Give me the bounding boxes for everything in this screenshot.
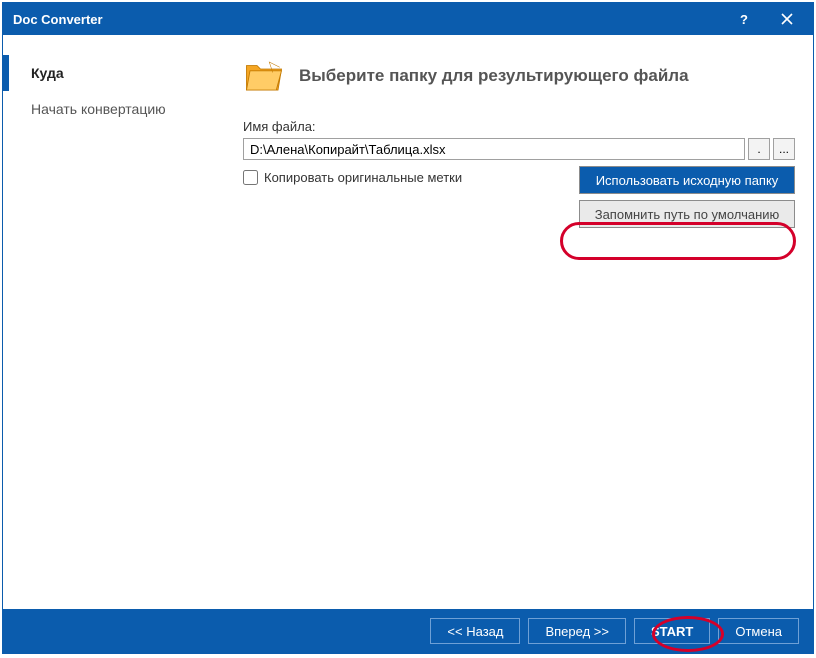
- app-window: Doc Converter ? Куда Начать конвертацию …: [2, 2, 814, 654]
- copy-labels-text: Копировать оригинальные метки: [264, 170, 462, 185]
- sidebar: Куда Начать конвертацию: [3, 35, 233, 609]
- svg-text:?: ?: [740, 12, 748, 26]
- sidebar-item-destination[interactable]: Куда: [3, 55, 233, 91]
- titlebar: Doc Converter ?: [3, 3, 813, 35]
- footer: << Назад Вперед >> START Отмена: [3, 609, 813, 653]
- main-header: Выберите папку для результирующего файла: [243, 55, 795, 97]
- filename-row: . ...: [243, 138, 795, 160]
- main-panel: Выберите папку для результирующего файла…: [233, 35, 813, 609]
- folder-option-buttons: Использовать исходную папку Запомнить пу…: [579, 166, 795, 228]
- back-button[interactable]: << Назад: [430, 618, 520, 644]
- body: Куда Начать конвертацию Выберите папку д…: [3, 35, 813, 609]
- forward-button[interactable]: Вперед >>: [528, 618, 626, 644]
- app-title: Doc Converter: [13, 12, 721, 27]
- help-icon: ?: [736, 12, 750, 26]
- use-source-folder-button[interactable]: Использовать исходную папку: [579, 166, 795, 194]
- filename-label: Имя файла:: [243, 119, 795, 134]
- help-button[interactable]: ?: [721, 4, 765, 34]
- copy-labels-row[interactable]: Копировать оригинальные метки: [243, 170, 462, 185]
- copy-labels-checkbox[interactable]: [243, 170, 258, 185]
- sidebar-item-start-conversion[interactable]: Начать конвертацию: [3, 91, 233, 127]
- close-button[interactable]: [765, 4, 809, 34]
- folder-icon: [243, 55, 285, 97]
- cancel-button[interactable]: Отмена: [718, 618, 799, 644]
- page-heading: Выберите папку для результирующего файла: [299, 66, 689, 86]
- start-button[interactable]: START: [634, 618, 710, 644]
- filename-input[interactable]: [243, 138, 745, 160]
- remember-default-path-button[interactable]: Запомнить путь по умолчанию: [579, 200, 795, 228]
- browse-button[interactable]: ...: [773, 138, 795, 160]
- reveal-button[interactable]: .: [748, 138, 770, 160]
- close-icon: [781, 13, 793, 25]
